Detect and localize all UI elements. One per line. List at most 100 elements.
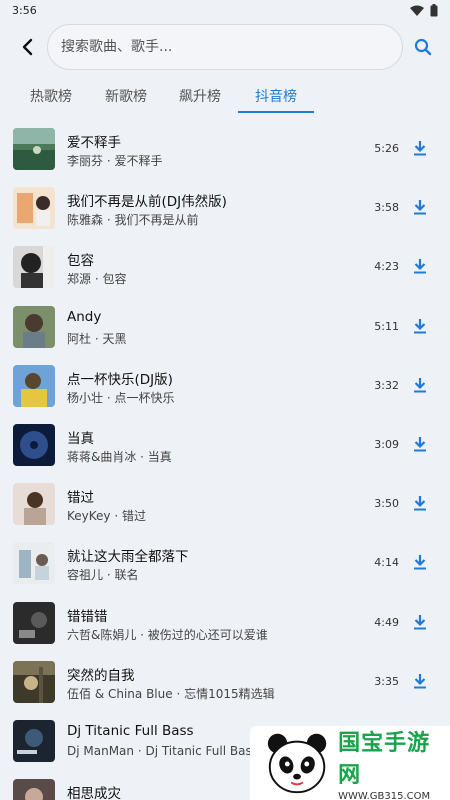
song-duration: 3:58 [374,201,399,215]
album-cover [13,601,55,644]
song-artist-album: Dj ManMan · Dj Titanic Full Bass [67,743,258,758]
album-cover [13,542,55,585]
song-duration: 3:50 [374,497,399,511]
search-field[interactable] [47,24,403,70]
song-list: 爱不释手 李丽芬 · 爱不释手 5:26 我们不再是从前(DJ伟然版) 陈雅森 … [0,118,450,800]
song-duration: 4:14 [374,556,399,570]
album-cover [13,246,55,289]
status-bar: 3:56 [0,0,450,20]
album-cover [13,423,55,466]
download-icon [414,614,426,629]
song-artist-album: 陈雅森 · 我们不再是从前 [67,213,199,228]
album-cover [13,719,55,762]
song-title: 我们不再是从前(DJ伟然版) [67,194,227,211]
song-title: 就让这大雨全都落下 [67,549,189,566]
album-cover [13,128,55,170]
album-cover [13,660,55,703]
battery-icon [430,3,438,16]
song-duration: 3:35 [374,674,399,688]
song-row[interactable]: 错过 KeyKey · 错过 3:50 [0,473,450,532]
watermark-url: WWW.GB315.COM [338,790,431,800]
song-artist-album: 阿杜 · 天黑 [67,331,127,346]
tab-rising[interactable]: 飙升榜 [167,78,233,114]
song-artist-album: 六哲&陈娟儿 · 被伤过的心还可以爱谁 [67,627,268,642]
song-row[interactable]: 点一杯快乐(DJ版) 杨小壮 · 点一杯快乐 3:32 [0,355,450,414]
back-button[interactable] [14,34,40,60]
song-artist-album: 伍佰 & China Blue · 忘情1015精选辑 [67,686,275,701]
tab-hot[interactable]: 热歌榜 [18,78,84,114]
song-duration: 4:23 [374,260,399,274]
song-row[interactable]: 包容 郑源 · 包容 4:23 [0,236,450,295]
download-button[interactable] [411,612,429,632]
song-artist-album: 杨小壮 · 点一杯快乐 [67,390,175,405]
download-icon [414,555,426,570]
back-arrow-icon [22,38,33,56]
song-title: 错错错 [67,608,108,625]
download-icon [414,141,426,156]
status-time: 3:56 [12,3,37,17]
song-duration: 4:49 [374,615,399,629]
song-title: 当真 [67,430,94,447]
song-row[interactable]: 突然的自我 伍佰 & China Blue · 忘情1015精选辑 3:35 [0,651,450,710]
tab-label: 飙升榜 [179,89,221,105]
album-cover [13,187,55,230]
song-duration: 3:09 [374,437,399,451]
tab-label: 新歌榜 [105,89,147,105]
search-button[interactable] [412,36,434,58]
song-artist-album: 容祖儿 · 联名 [67,568,139,583]
song-row[interactable]: 错错错 六哲&陈娟儿 · 被伤过的心还可以爱谁 4:49 [0,592,450,651]
panda-logo-icon [267,733,327,794]
song-row[interactable]: 就让这大雨全都落下 容祖儿 · 联名 4:14 [0,532,450,591]
download-icon [414,496,426,511]
song-row[interactable]: Andy 阿杜 · 天黑 5:11 [0,296,450,355]
song-artist-album: 郑源 · 包容 [67,272,127,287]
download-button[interactable] [411,671,429,691]
song-title: 相思成灾 [67,786,121,800]
song-row[interactable]: 爱不释手 李丽芬 · 爱不释手 5:26 [0,118,450,177]
wifi-icon [410,5,424,16]
watermark-title: 国宝手游网 [338,730,431,788]
search-input[interactable] [61,39,402,55]
download-icon [414,377,426,393]
status-icons [410,3,438,17]
tab-active-indicator [238,111,314,113]
song-title: 点一杯快乐(DJ版) [67,371,173,388]
song-row[interactable]: 我们不再是从前(DJ伟然版) 陈雅森 · 我们不再是从前 3:58 [0,177,450,236]
tab-douyin[interactable]: 抖音榜 [238,78,314,114]
download-button[interactable] [411,197,429,217]
song-title: 爱不释手 [67,135,121,151]
download-icon [414,259,426,274]
song-artist-album: 李丽芬 · 爱不释手 [67,154,163,168]
album-cover [13,483,55,526]
album-cover [13,364,55,407]
song-duration: 5:11 [374,319,399,333]
tab-label: 抖音榜 [255,89,297,105]
song-artist-album: 蒋蒋&曲肖冰 · 当真 [67,449,172,464]
download-icon [414,318,426,334]
song-duration: 3:32 [374,378,399,392]
search-bar [0,24,450,70]
download-button[interactable] [411,138,429,158]
song-duration: 5:26 [374,142,399,155]
song-title: 突然的自我 [67,667,135,684]
chart-tabs: 热歌榜 新歌榜 飙升榜 抖音榜 [0,78,450,114]
tab-new[interactable]: 新歌榜 [93,78,159,114]
song-artist-album: KeyKey · 错过 [67,509,146,524]
song-row[interactable]: 当真 蒋蒋&曲肖冰 · 当真 3:09 [0,414,450,473]
download-icon [414,673,426,689]
download-icon [414,200,426,215]
download-button[interactable] [411,434,429,454]
download-icon [414,436,426,452]
download-button[interactable] [411,316,429,336]
download-button[interactable] [411,552,429,572]
song-title: 包容 [67,253,94,270]
download-button[interactable] [411,375,429,395]
song-title: 错过 [67,490,94,507]
album-cover [13,779,55,800]
download-button[interactable] [411,256,429,276]
search-icon [414,38,432,56]
song-title: Andy [67,308,102,325]
album-cover [13,305,55,348]
download-button[interactable] [411,493,429,513]
site-watermark: 国宝手游网 WWW.GB315.COM [250,726,450,800]
